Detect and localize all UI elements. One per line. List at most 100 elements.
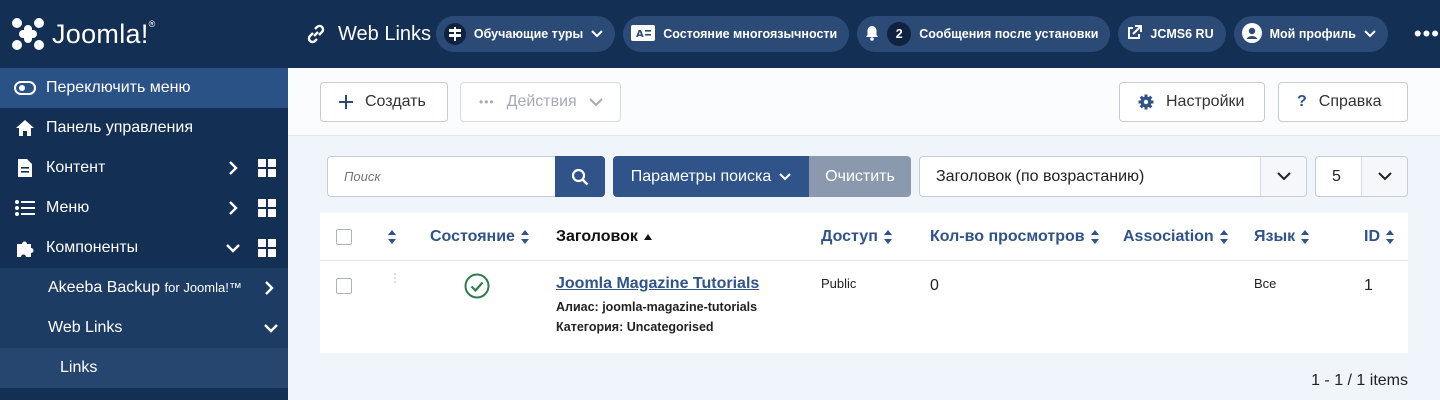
site-link-button[interactable]: JCMS6 RU	[1118, 16, 1226, 52]
table-row: ⋮ Joomla Magazine Tutorials Алиас: jooml…	[320, 261, 1408, 353]
pill-label: Состояние многоязычности	[663, 27, 838, 41]
create-button[interactable]: Создать	[320, 82, 448, 122]
id-cell: 1	[1364, 277, 1373, 294]
sidebar-item-web-links[interactable]: Web Links	[0, 308, 288, 348]
dashboard-grid-icon[interactable]	[258, 199, 276, 217]
plus-icon	[339, 95, 353, 109]
clear-button[interactable]: Очистить	[809, 156, 911, 197]
search-icon	[571, 168, 589, 185]
toolbar: Создать ••• Действия Настройки ? Справка	[288, 68, 1440, 136]
guided-tours-button[interactable]: Обучающие туры	[435, 16, 616, 52]
page-title: Web Links	[304, 22, 436, 46]
language-icon: A	[631, 24, 656, 44]
joomla-logo[interactable]: Joomla!®	[0, 0, 288, 68]
search-field	[327, 156, 555, 197]
sort-icon	[1386, 230, 1394, 244]
my-profile-button[interactable]: Мой профиль	[1233, 16, 1388, 52]
chevron-down-icon	[591, 30, 603, 38]
column-status[interactable]: Состояние	[430, 213, 530, 261]
column-language[interactable]: Язык	[1254, 213, 1310, 261]
column-hits[interactable]: Кол-во просмотров	[930, 213, 1100, 261]
row-checkbox[interactable]	[336, 278, 352, 294]
settings-label: Настройки	[1166, 93, 1245, 110]
column-title[interactable]: Заголовок	[556, 213, 653, 261]
title-cell: Joomla Magazine Tutorials Алиас: joomla-…	[556, 275, 759, 337]
post-install-messages-button[interactable]: 2 Сообщения после установки	[857, 16, 1111, 52]
chevron-down-icon[interactable]	[262, 319, 280, 337]
column-access[interactable]: Доступ	[821, 213, 893, 261]
chevron-down-icon	[779, 172, 791, 180]
sidebar-item-links[interactable]: Links	[0, 348, 288, 388]
svg-text:A: A	[636, 29, 644, 40]
pill-label: JCMS6 RU	[1150, 27, 1214, 41]
search-button[interactable]	[555, 156, 605, 197]
signpost-icon	[443, 23, 466, 45]
sidebar-item-label: Links	[60, 359, 98, 376]
ordering-sort-icon[interactable]	[387, 213, 397, 261]
sidebar-item-label: Панель управления	[46, 119, 193, 136]
bell-icon	[865, 25, 879, 44]
list-limit-value: 5	[1332, 167, 1341, 185]
sidebar-item-dashboard[interactable]: Панель управления	[0, 108, 288, 148]
question-icon: ?	[1297, 93, 1307, 110]
ellipsis-icon: •••	[479, 95, 495, 109]
help-button[interactable]: ? Справка	[1278, 82, 1408, 122]
select-all-checkbox[interactable]	[336, 229, 352, 245]
pill-label: Мой профиль	[1269, 27, 1356, 41]
multilingual-status-button[interactable]: A Состояние многоязычности	[623, 16, 850, 52]
sidebar-item-label: Akeeba Backup for Joomla!™	[48, 279, 242, 296]
sort-icon	[1301, 230, 1310, 244]
message-count-badge: 2	[887, 22, 912, 46]
sidebar-item-label: Контент	[46, 159, 106, 176]
search-input[interactable]	[328, 157, 555, 196]
sidebar: Joomla!® Переключить меню Панель управле…	[0, 0, 288, 400]
file-icon	[14, 157, 36, 179]
sidebar-item-akeeba-backup[interactable]: Akeeba Backup for Joomla!™	[0, 268, 288, 308]
item-category: Категория: Uncategorised	[556, 320, 714, 334]
sidebar-item-label: Компоненты	[46, 239, 139, 256]
search-options-button[interactable]: Параметры поиска	[613, 156, 809, 197]
user-icon	[1241, 22, 1262, 46]
column-association[interactable]: Association	[1123, 213, 1229, 261]
create-label: Создать	[365, 93, 426, 110]
sort-value: Заголовок (по возрастанию)	[936, 167, 1145, 185]
dashboard-grid-icon[interactable]	[258, 239, 276, 257]
sidebar-item-components[interactable]: Компоненты	[0, 228, 288, 268]
actions-dropdown[interactable]: ••• Действия	[460, 82, 621, 122]
puzzle-icon	[14, 237, 36, 259]
home-icon	[14, 117, 36, 139]
sidebar-item-menus[interactable]: Меню	[0, 188, 288, 228]
chevron-right-icon[interactable]	[260, 279, 278, 297]
sort-icon	[1219, 230, 1228, 244]
search-options-label: Параметры поиска	[630, 167, 772, 185]
page-title-text: Web Links	[338, 22, 432, 45]
more-options-icon[interactable]: •••	[1414, 21, 1440, 47]
sidebar-item-content[interactable]: Контент	[0, 148, 288, 188]
item-title-link[interactable]: Joomla Magazine Tutorials	[556, 275, 759, 292]
hits-cell: 0	[930, 277, 939, 294]
published-check-icon[interactable]	[464, 273, 490, 304]
item-alias: Алиас: joomla-magazine-tutorials	[556, 300, 758, 314]
logo-text: Joomla!®	[52, 18, 156, 49]
pill-label: Сообщения после установки	[919, 27, 1099, 41]
sidebar-item-label: Меню	[46, 199, 90, 216]
drag-handle-icon[interactable]: ⋮	[389, 272, 401, 284]
column-id[interactable]: ID	[1364, 213, 1395, 261]
toggle-menu-button[interactable]: Переключить меню	[0, 68, 288, 108]
toggle-icon	[14, 77, 36, 99]
sort-icon	[520, 230, 529, 244]
chevron-right-icon[interactable]	[224, 159, 242, 177]
sort-icon	[1090, 230, 1099, 244]
sort-icon	[883, 230, 892, 244]
settings-button[interactable]: Настройки	[1119, 82, 1265, 122]
access-cell: Public	[821, 276, 857, 291]
chevron-right-icon[interactable]	[224, 199, 242, 217]
chevron-down-icon[interactable]	[224, 239, 242, 257]
dashboard-grid-icon[interactable]	[258, 159, 276, 177]
sort-select[interactable]: Заголовок (по возрастанию)	[919, 156, 1307, 197]
list-limit-select[interactable]: 5	[1315, 156, 1408, 197]
pill-label: Обучающие туры	[473, 27, 584, 41]
links-table: Состояние Заголовок Доступ Кол-во просмо…	[320, 213, 1408, 353]
table-header: Состояние Заголовок Доступ Кол-во просмо…	[320, 213, 1408, 261]
actions-label: Действия	[506, 93, 577, 110]
